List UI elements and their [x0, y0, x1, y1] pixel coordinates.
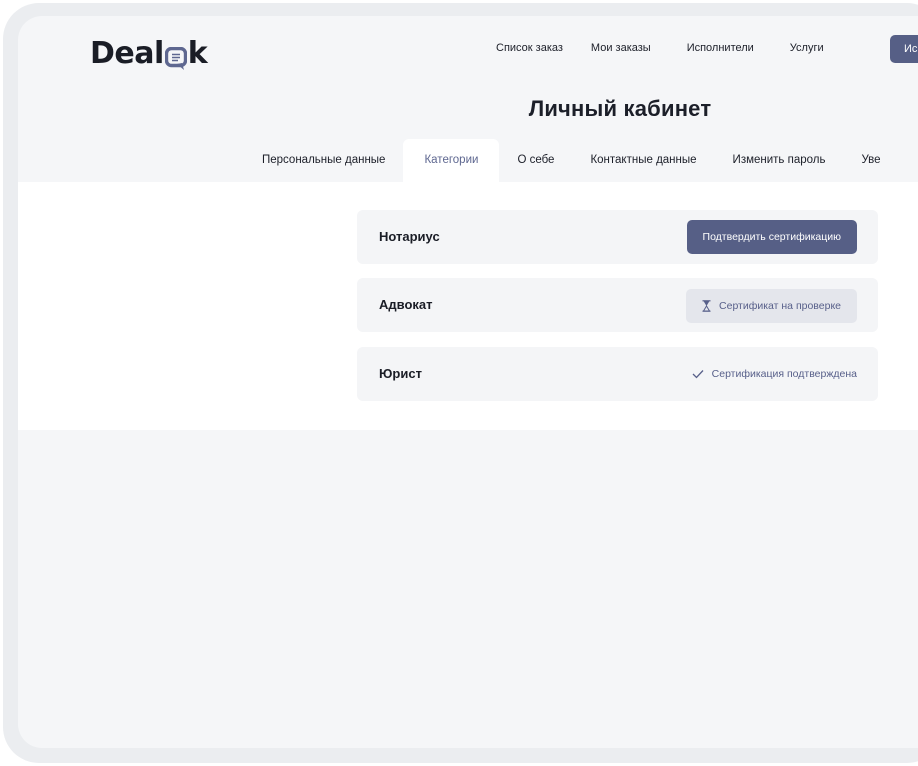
category-card-lawyer: Юрист Сертификация подтверждена — [357, 347, 878, 401]
profile-tabs: Персональные данные Категории О себе Кон… — [244, 139, 899, 182]
app-window: Deal k Список заказ Мои заказы Исполните… — [18, 16, 918, 748]
certificate-pending-badge: Сертификат на проверке — [686, 289, 857, 323]
confirmed-label: Сертификация подтверждена — [711, 368, 857, 380]
speech-bubble-o-icon — [164, 44, 187, 70]
nav-orders-list[interactable]: Список заказ — [496, 42, 563, 54]
tab-change-password[interactable]: Изменить пароль — [715, 139, 844, 182]
certification-confirmed-badge: Сертификация подтверждена — [692, 347, 857, 401]
tab-about[interactable]: О себе — [499, 139, 572, 182]
nav-my-orders[interactable]: Мои заказы — [591, 42, 651, 54]
page-title: Личный кабинет — [528, 96, 712, 121]
category-card-notary: Нотариус Подтвердить сертификацию — [357, 210, 878, 264]
category-name: Адвокат — [379, 297, 433, 312]
category-name: Нотариус — [379, 229, 440, 244]
search-button[interactable]: Искать — [890, 35, 918, 63]
top-nav: Список заказ Мои заказы Исполнители Услу… — [496, 35, 918, 63]
tab-categories[interactable]: Категории — [403, 139, 500, 182]
logo-text-left: Deal — [90, 36, 164, 71]
hourglass-icon — [702, 300, 711, 312]
nav-services[interactable]: Услуги — [790, 42, 824, 54]
category-card-advocate: Адвокат Сертификат на проверке — [357, 278, 878, 332]
nav-performers[interactable]: Исполнители — [687, 42, 754, 54]
confirm-certification-button[interactable]: Подтвердить сертификацию — [686, 220, 857, 254]
tab-notifications[interactable]: Уве — [843, 139, 898, 182]
checkmark-icon — [692, 370, 704, 379]
logo[interactable]: Deal k — [90, 36, 208, 71]
tab-personal-data[interactable]: Персональные данные — [244, 139, 403, 182]
pending-label: Сертификат на проверке — [719, 300, 841, 312]
logo-text-right: k — [187, 36, 208, 71]
categories-panel: Нотариус Подтвердить сертификацию Адвока… — [18, 182, 918, 430]
category-name: Юрист — [379, 366, 422, 381]
tab-contacts[interactable]: Контактные данные — [572, 139, 714, 182]
